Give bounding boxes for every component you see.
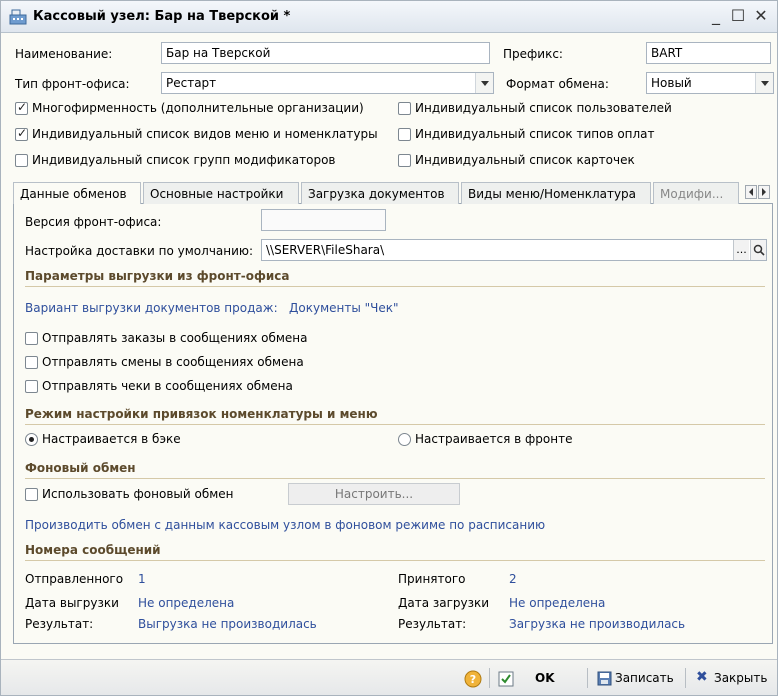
binding-back-radio[interactable] [25, 433, 38, 446]
maximize-icon[interactable]: ☐ [727, 5, 749, 27]
download-date-label: Дата загрузки [398, 596, 490, 610]
binding-mode-heading: Режим настройки привязок номенклатуры и … [25, 407, 378, 421]
toolbar-separator [489, 668, 490, 688]
toolbar-separator [587, 668, 588, 688]
prefix-label: Префикс: [503, 47, 563, 61]
send-checks-label: Отправлять чеки в сообщениях обмена [42, 379, 293, 393]
frontoffice-type-label: Тип фронт-офиса: [15, 77, 130, 91]
ok-button[interactable]: OK [535, 671, 555, 685]
upload-result-label: Результат: [25, 617, 94, 631]
received-value: 2 [509, 572, 517, 586]
cash-register-icon [9, 9, 27, 25]
download-date-value: Не определена [509, 596, 606, 610]
chevron-down-icon[interactable] [475, 73, 493, 93]
tab-bar: Данные обменов Основные настройки Загруз… [13, 182, 773, 205]
tab-modifiers[interactable]: Модифи... [653, 182, 739, 204]
download-result-label: Результат: [398, 617, 467, 631]
frontoffice-type-value: Рестарт [166, 76, 217, 90]
send-shifts-label: Отправлять смены в сообщениях обмена [42, 355, 304, 369]
bg-exchange-heading: Фоновый обмен [25, 461, 136, 475]
individual-menu-checkbox[interactable] [15, 126, 28, 141]
configure-button[interactable]: Настроить... [288, 483, 460, 505]
multi-company-label: Многофирменность (дополнительные организ… [32, 101, 364, 115]
send-shifts-checkbox[interactable] [25, 356, 38, 369]
tab-document-loading[interactable]: Загрузка документов [301, 182, 459, 204]
upload-date-value: Не определена [138, 596, 235, 610]
upload-variant-link[interactable]: Документы "Чек" [289, 301, 399, 315]
individual-payment-types-label: Индивидуальный список типов оплат [415, 127, 655, 141]
name-label: Наименование: [15, 47, 113, 61]
tab-main-settings[interactable]: Основные настройки [143, 182, 299, 204]
search-icon[interactable] [750, 240, 766, 260]
exchange-format-label: Формат обмена: [506, 77, 609, 91]
section-divider [25, 478, 765, 479]
message-numbers-heading: Номера сообщений [25, 543, 161, 557]
individual-cards-checkbox[interactable] [398, 154, 411, 167]
tab-scroll-left-icon[interactable] [745, 185, 757, 199]
binding-front-label: Настраивается в фронте [415, 432, 573, 446]
upload-result-value: Выгрузка не производилась [138, 617, 317, 631]
minimize-icon[interactable]: _ [705, 5, 727, 27]
frontoffice-version-field[interactable] [261, 209, 386, 231]
individual-modifier-groups-checkbox[interactable] [15, 154, 28, 167]
individual-users-checkbox[interactable] [398, 102, 411, 115]
section-divider [25, 560, 765, 561]
frontoffice-version-label: Версия фронт-офиса: [25, 215, 162, 229]
binding-front-radio[interactable] [398, 433, 411, 446]
save-button[interactable]: Записать [615, 671, 674, 685]
multi-company-checkbox[interactable] [15, 100, 28, 115]
delivery-path-field[interactable]: \\SERVER\FileShara\ ... [261, 239, 767, 261]
exchange-format-select[interactable]: Новый [646, 72, 774, 94]
tab-scroll-right-icon[interactable] [758, 185, 770, 199]
bg-exchange-label: Использовать фоновый обмен [42, 487, 234, 501]
sent-label: Отправленного [25, 572, 124, 586]
close-icon[interactable]: ✕ [750, 5, 772, 27]
bottom-toolbar: ? OK Записать ✖ Закрыть [1, 659, 777, 695]
upload-date-label: Дата выгрузки [25, 596, 119, 610]
section-divider [25, 286, 765, 287]
delivery-path-value: \\SERVER\FileShara\ [266, 243, 385, 257]
chevron-down-icon[interactable] [755, 73, 773, 93]
prefix-field[interactable]: BART [646, 42, 771, 64]
upload-variant-label: Вариант выгрузки документов продаж: [25, 301, 278, 315]
select-path-button[interactable]: ... [733, 240, 749, 260]
send-checks-checkbox[interactable] [25, 380, 38, 393]
help-icon[interactable]: ? [464, 670, 482, 688]
sent-value: 1 [138, 572, 146, 586]
close-x-icon[interactable]: ✖ [696, 669, 708, 685]
individual-cards-label: Индивидуальный список карточек [415, 153, 635, 167]
svg-text:?: ? [470, 673, 476, 686]
upload-params-heading: Параметры выгрузки из фронт-офиса [25, 269, 290, 283]
window: Кассовый узел: Бар на Тверской * _ ☐ ✕ Н… [0, 0, 778, 696]
binding-back-label: Настраивается в бэке [42, 432, 181, 446]
download-result-value: Загрузка не производилась [509, 617, 686, 631]
bg-schedule-link[interactable]: Производить обмен с данным кассовым узло… [25, 518, 545, 532]
toolbar-separator [685, 668, 686, 688]
section-divider [25, 424, 765, 425]
frontoffice-type-select[interactable]: Рестарт [161, 72, 494, 94]
delivery-label: Настройка доставки по умолчанию: [25, 244, 254, 258]
send-orders-checkbox[interactable] [25, 332, 38, 345]
individual-menu-label: Индивидуальный список видов меню и номен… [32, 127, 378, 141]
check-icon[interactable] [498, 671, 514, 687]
tab-menu-nomenclature[interactable]: Виды меню/Номенклатура [461, 182, 651, 204]
individual-users-label: Индивидуальный список пользователей [415, 101, 672, 115]
title-bar: Кассовый узел: Бар на Тверской * _ ☐ ✕ [1, 1, 777, 33]
exchange-format-value: Новый [651, 76, 692, 90]
name-field[interactable]: Бар на Тверской [161, 42, 490, 64]
individual-payment-types-checkbox[interactable] [398, 128, 411, 141]
save-icon[interactable] [597, 671, 612, 686]
close-button[interactable]: Закрыть [714, 671, 767, 685]
tab-exchange-data[interactable]: Данные обменов [13, 182, 141, 205]
window-title: Кассовый узел: Бар на Тверской * [33, 9, 291, 24]
received-label: Принятого [398, 572, 466, 586]
bg-exchange-checkbox[interactable] [25, 488, 38, 501]
send-orders-label: Отправлять заказы в сообщениях обмена [42, 331, 308, 345]
individual-modifier-groups-label: Индивидуальный список групп модификаторо… [32, 153, 336, 167]
